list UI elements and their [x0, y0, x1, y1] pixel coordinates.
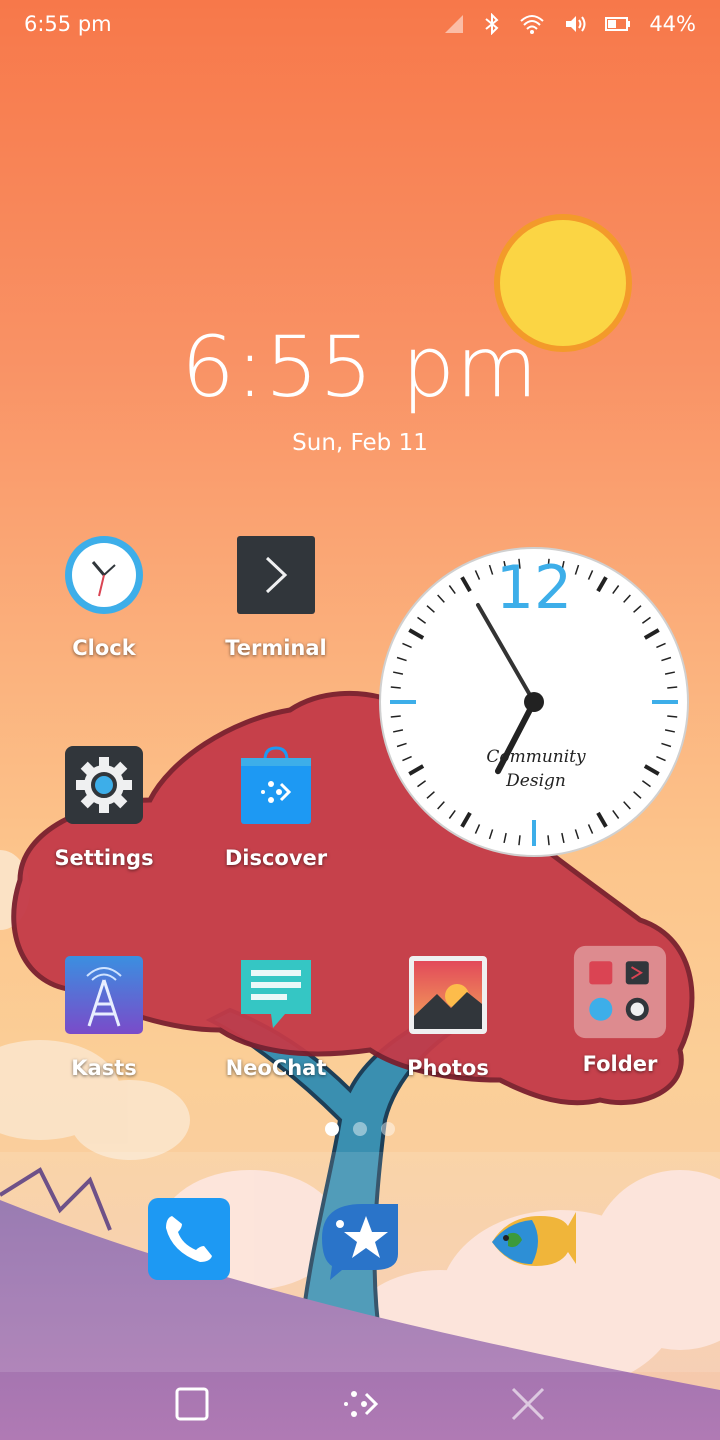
status-bar: 6:55 pm 44% [0, 0, 720, 48]
analog-clock-widget[interactable]: 12 Community Design [378, 546, 690, 858]
status-time: 6:55 pm [24, 12, 112, 36]
kde-connect-star-icon[interactable] [316, 1194, 406, 1284]
photos-mountain-icon [409, 956, 487, 1034]
clock-tick [390, 686, 401, 689]
home-date: Sun, Feb 11 [292, 430, 428, 456]
app-clock[interactable]: Clock [24, 534, 184, 660]
app-label: Clock [72, 636, 136, 660]
clock-tick [547, 835, 550, 846]
clock-brand-line2: Design [505, 771, 566, 791]
volume-icon [566, 16, 586, 32]
app-label: Discover [224, 846, 328, 870]
wifi-icon [520, 15, 544, 34]
bluetooth-icon [485, 13, 499, 35]
app-label: Settings [54, 846, 154, 870]
app-discover[interactable]: Discover [196, 744, 356, 870]
clock-twelve-label: 12 [496, 553, 572, 623]
clock-tick [390, 715, 401, 718]
signal-icon [445, 15, 464, 33]
app-drawer-dots-icon[interactable] [340, 1384, 380, 1424]
overview-square-icon[interactable] [172, 1384, 212, 1424]
clock-tick [667, 686, 678, 689]
phone-icon[interactable] [144, 1194, 234, 1284]
battery-percent: 44% [649, 12, 696, 36]
settings-gear-icon [65, 746, 143, 824]
navigation-bar [0, 1370, 720, 1440]
app-label: Kasts [71, 1056, 137, 1080]
battery-icon [605, 17, 631, 31]
clock-icon [65, 536, 143, 614]
home-time: 6:55 pm [181, 318, 539, 416]
marble-globe-fish-icon[interactable] [488, 1194, 578, 1284]
page-dot[interactable] [381, 1122, 395, 1136]
neochat-bubble-icon [241, 960, 311, 1028]
app-folder[interactable]: Folder [540, 944, 700, 1076]
app-photos[interactable]: Photos [368, 954, 528, 1080]
page-dot[interactable] [325, 1122, 339, 1136]
kasts-tower-icon [65, 956, 143, 1034]
page-dot[interactable] [353, 1122, 367, 1136]
clock-tick [518, 835, 521, 846]
terminal-icon [237, 536, 315, 614]
close-x-icon[interactable] [508, 1384, 548, 1424]
discover-bag-icon [241, 746, 311, 824]
app-settings[interactable]: Settings [24, 744, 184, 870]
app-label: Photos [407, 1056, 489, 1080]
app-label: NeoChat [225, 1056, 327, 1080]
app-label: Terminal [225, 636, 327, 660]
app-neochat[interactable]: NeoChat [196, 954, 356, 1080]
app-label: Folder [582, 1052, 658, 1076]
clock-tick [667, 715, 678, 718]
app-terminal[interactable]: Terminal [196, 534, 356, 660]
page-indicator [0, 1122, 720, 1136]
folder-grid-icon [573, 945, 667, 1039]
app-kasts[interactable]: Kasts [24, 954, 184, 1080]
